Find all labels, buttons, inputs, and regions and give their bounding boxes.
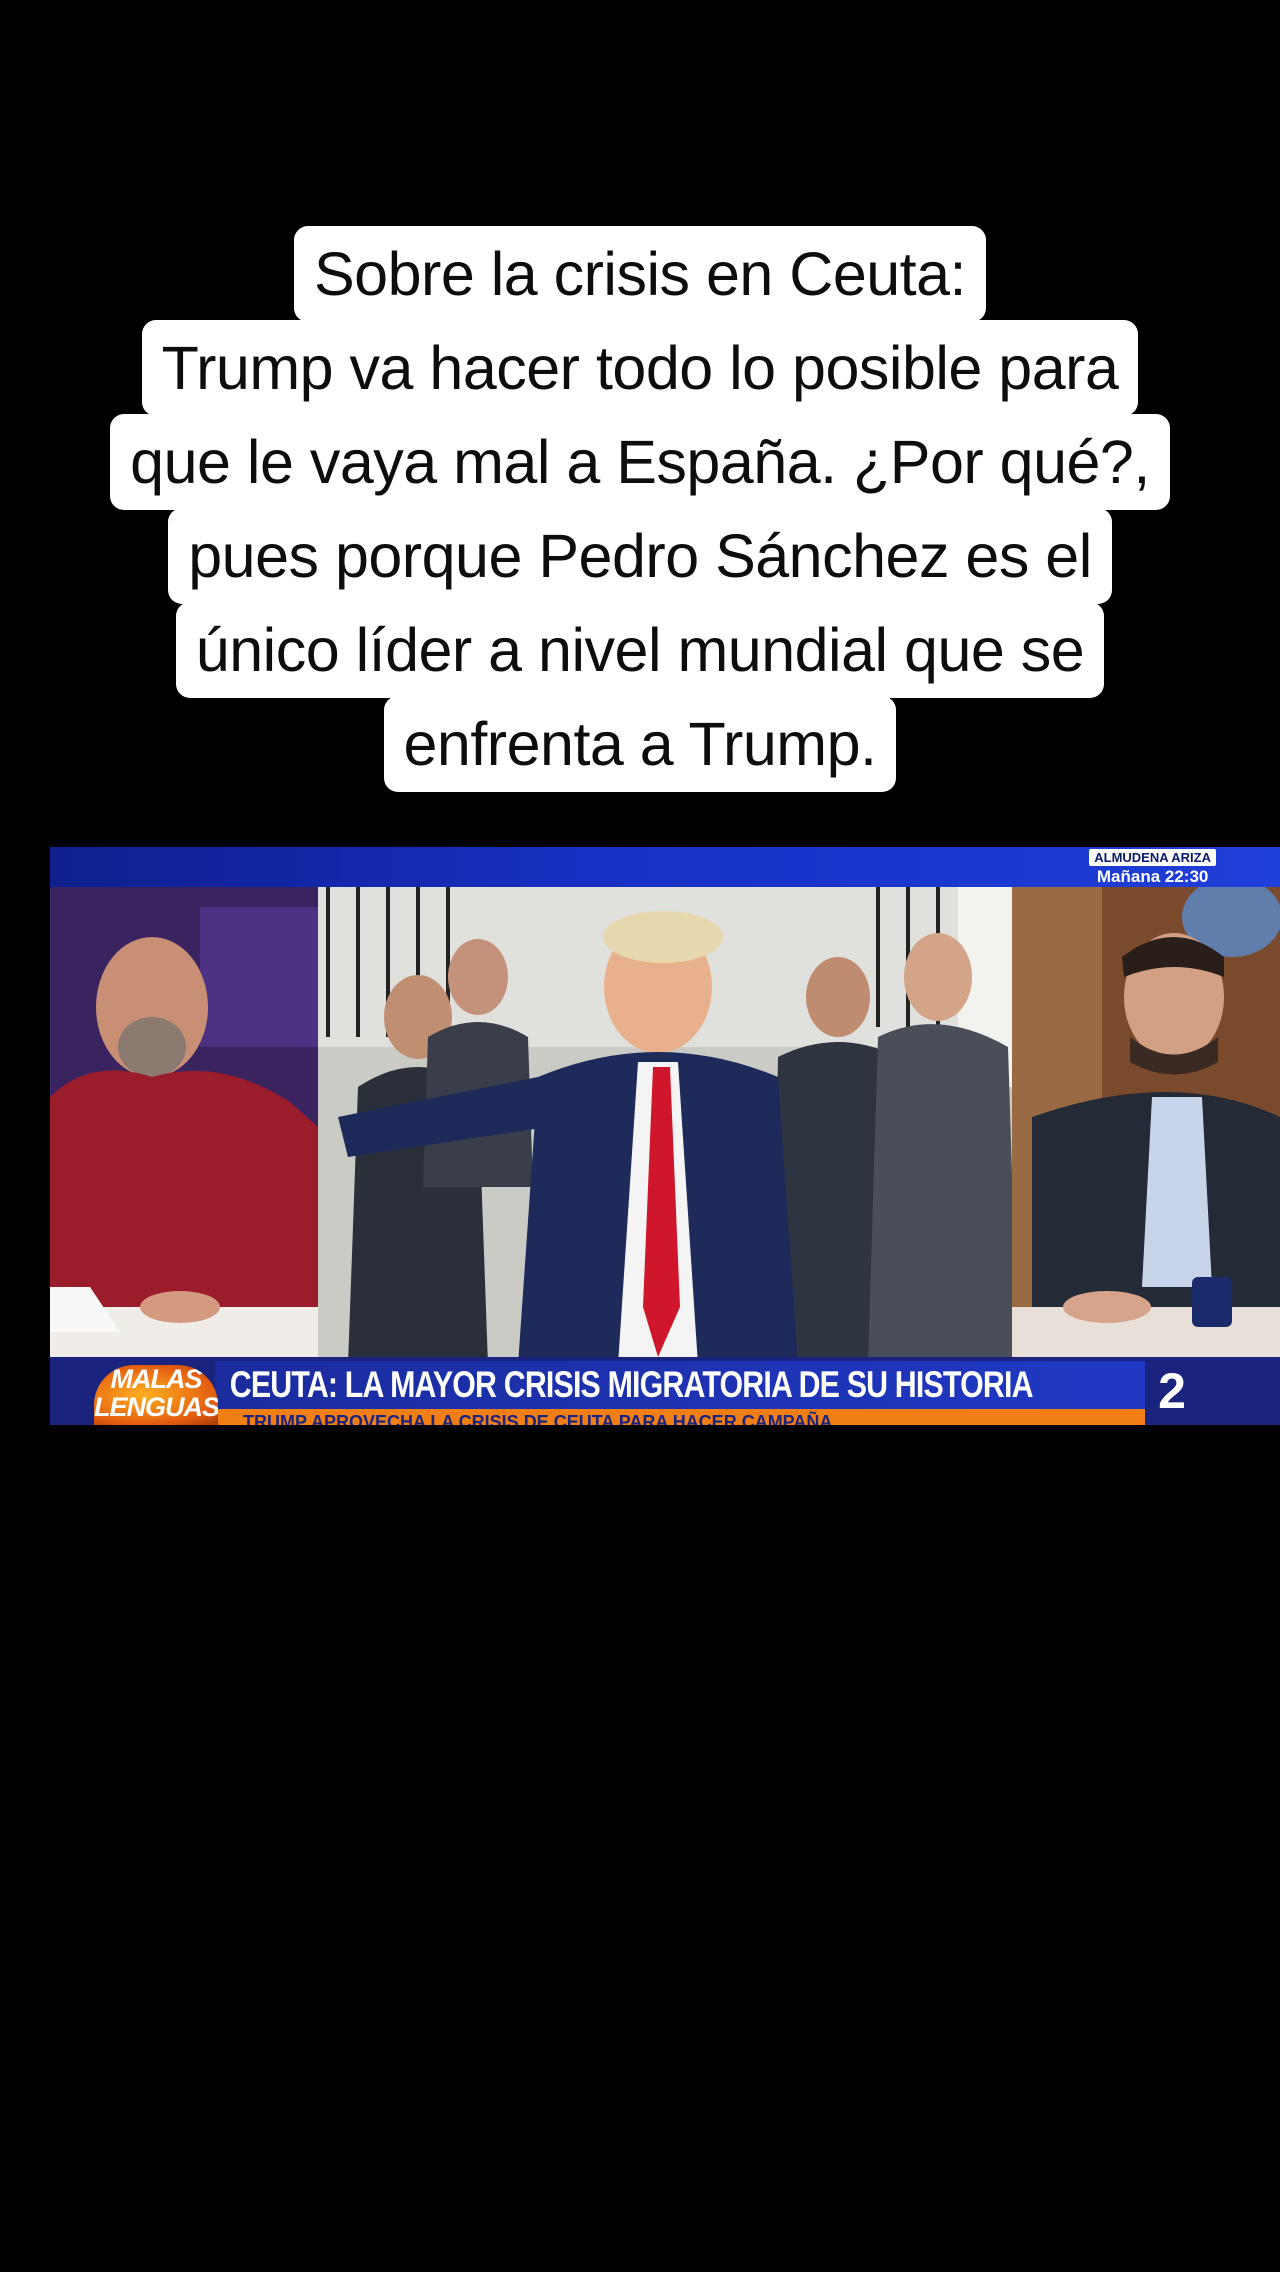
video-frame[interactable]: ALMUDENA ARIZA Mañana 22:30 CEUTA: LA MA… xyxy=(50,847,1280,1425)
promo-time: Mañana 22:30 xyxy=(1096,867,1209,886)
caption-line-4: pues porque Pedro Sánchez es el xyxy=(168,508,1112,604)
top-band: ALMUDENA ARIZA Mañana 22:30 xyxy=(50,847,1280,887)
subheadline: TRUMP APROVECHA LA CRISIS DE CEUTA PARA … xyxy=(243,1412,833,1425)
lower-third: CEUTA: LA MAYOR CRISIS MIGRATORIA DE SU … xyxy=(50,1357,1280,1425)
channel-logo: 2 xyxy=(1158,1363,1186,1419)
press-scene-figure xyxy=(318,887,1060,1365)
left-presenter-figure xyxy=(50,887,318,1365)
caption: Sobre la crisis en Ceuta: Trump va hacer… xyxy=(0,226,1280,792)
show-logo: MALAS LENGUAS xyxy=(94,1365,218,1425)
promo-name: ALMUDENA ARIZA xyxy=(1089,849,1216,866)
show-logo-line-2: LENGUAS xyxy=(94,1392,218,1422)
caption-line-6: enfrenta a Trump. xyxy=(383,696,897,792)
program-promo: ALMUDENA ARIZA Mañana 22:30 xyxy=(1089,847,1216,887)
caption-line-2: Trump va hacer todo lo posible para xyxy=(141,320,1139,416)
right-guest-figure xyxy=(1012,887,1280,1365)
center-footage-panel xyxy=(318,887,1060,1365)
caption-line-3: que le vaya mal a España. ¿Por qué?, xyxy=(110,414,1170,510)
show-logo-line-1: MALAS xyxy=(110,1365,203,1394)
caption-line-5: único líder a nivel mundial que se xyxy=(175,602,1105,698)
headline: CEUTA: LA MAYOR CRISIS MIGRATORIA DE SU … xyxy=(229,1364,1034,1405)
caption-line-1: Sobre la crisis en Ceuta: xyxy=(293,226,987,322)
headline-bar: CEUTA: LA MAYOR CRISIS MIGRATORIA DE SU … xyxy=(215,1361,1145,1409)
right-guest-panel xyxy=(1012,887,1280,1365)
left-presenter-panel xyxy=(50,887,318,1365)
subheadline-bar: TRUMP APROVECHA LA CRISIS DE CEUTA PARA … xyxy=(215,1409,1145,1425)
